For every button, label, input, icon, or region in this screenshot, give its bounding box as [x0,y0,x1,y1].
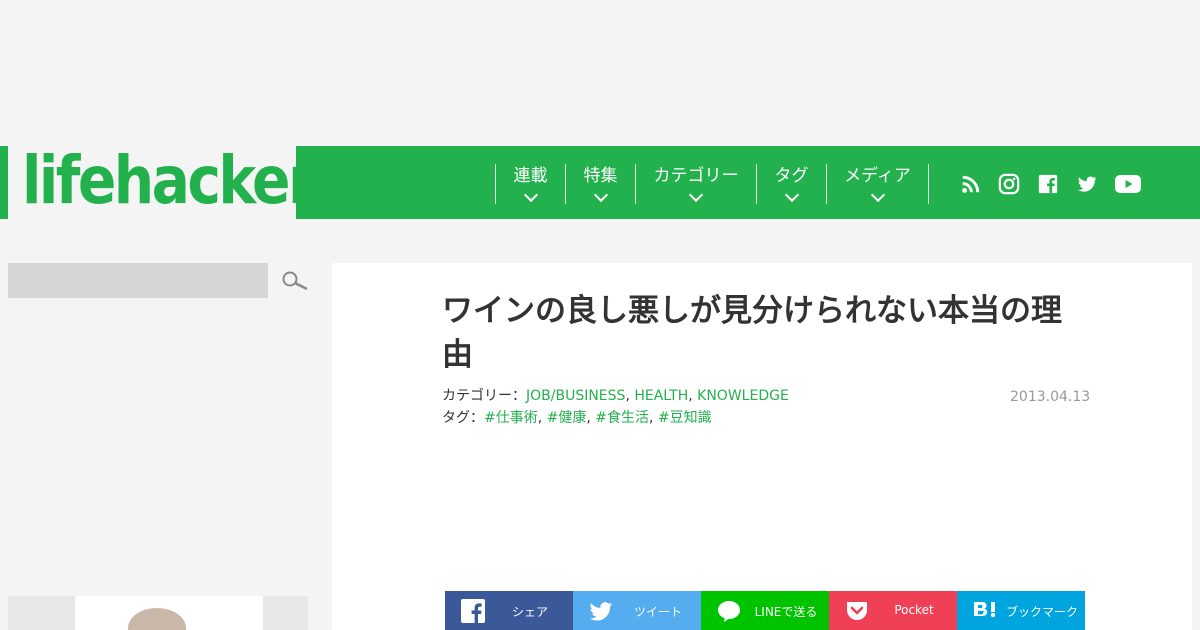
site-logo[interactable]: lifehacker [22,138,316,224]
share-label: シェア [511,605,548,619]
facebook-share-button[interactable]: シェア [445,591,573,630]
hatena-bookmark-button[interactable]: ブックマーク [957,591,1085,630]
global-nav: 連載 特集 カテゴリー タグ メディア [296,146,1200,219]
instagram-icon[interactable] [998,173,1020,195]
nav-item-categories[interactable]: カテゴリー [635,164,756,204]
search-icon[interactable] [281,270,309,292]
category-link[interactable]: KNOWLEDGE [697,388,789,404]
chevron-down-icon [688,187,704,203]
chevron-down-icon [523,187,538,203]
twitter-icon[interactable] [1076,173,1098,195]
pocket-icon [847,602,867,620]
twitter-icon [589,602,613,621]
search-input[interactable] [8,263,268,298]
article-categories: カテゴリー：JOB/BUSINESS, HEALTH, KNOWLEDGE [442,388,789,404]
nav-item-tags[interactable]: タグ [756,164,826,204]
chevron-down-icon [593,187,608,203]
nav-item-label: 特集 [583,166,618,186]
nav-divider [928,164,929,204]
share-label: LINEで送る [754,605,818,619]
article-card: ワインの良し悪しが見分けられない本当の理由 カテゴリー：JOB/BUSINESS… [332,263,1192,630]
sidebar-thumbnail[interactable] [8,596,308,630]
nav-item-series[interactable]: 連載 [495,164,565,204]
article-title: ワインの良し悪しが見分けられない本当の理由 [442,293,1062,373]
line-icon [718,601,740,622]
nav-item-features[interactable]: 特集 [565,164,635,204]
share-bar: シェア ツイート LINEで送る Pocket ブックマーク [445,591,1085,630]
tag-link[interactable]: #仕事術 [484,410,538,426]
share-label: Pocket [894,603,934,617]
facebook-icon [461,599,485,623]
facebook-icon[interactable] [1037,173,1059,195]
nav-item-label: カテゴリー [653,166,739,186]
publish-date: 2013.04.13 [1010,389,1091,405]
nav-item-label: タグ [774,166,809,186]
tag-label: タグ： [442,410,484,426]
line-share-button[interactable]: LINEで送る [701,591,829,630]
chevron-down-icon [870,187,885,203]
nav-item-media[interactable]: メディア [826,164,928,204]
tag-link[interactable]: #豆知識 [658,410,712,426]
hatena-bookmark-icon [974,602,996,618]
category-label: カテゴリー： [442,388,526,404]
share-label: ブックマーク [1005,605,1078,619]
nav-item-label: メディア [844,166,911,186]
logo-accent-bar [0,146,8,219]
category-link[interactable]: JOB/BUSINESS [526,388,625,404]
nav-item-label: 連載 [513,166,548,186]
youtube-icon[interactable] [1115,173,1141,195]
article-tags: タグ：#仕事術, #健康, #食生活, #豆知識 [442,410,712,426]
rss-icon[interactable] [960,173,982,195]
pocket-share-button[interactable]: Pocket [829,591,957,630]
share-label: ツイート [633,605,682,619]
twitter-share-button[interactable]: ツイート [573,591,701,630]
tag-link[interactable]: #食生活 [595,410,649,426]
chevron-down-icon [784,187,799,203]
tag-link[interactable]: #健康 [547,410,587,426]
category-link[interactable]: HEALTH [634,388,688,404]
